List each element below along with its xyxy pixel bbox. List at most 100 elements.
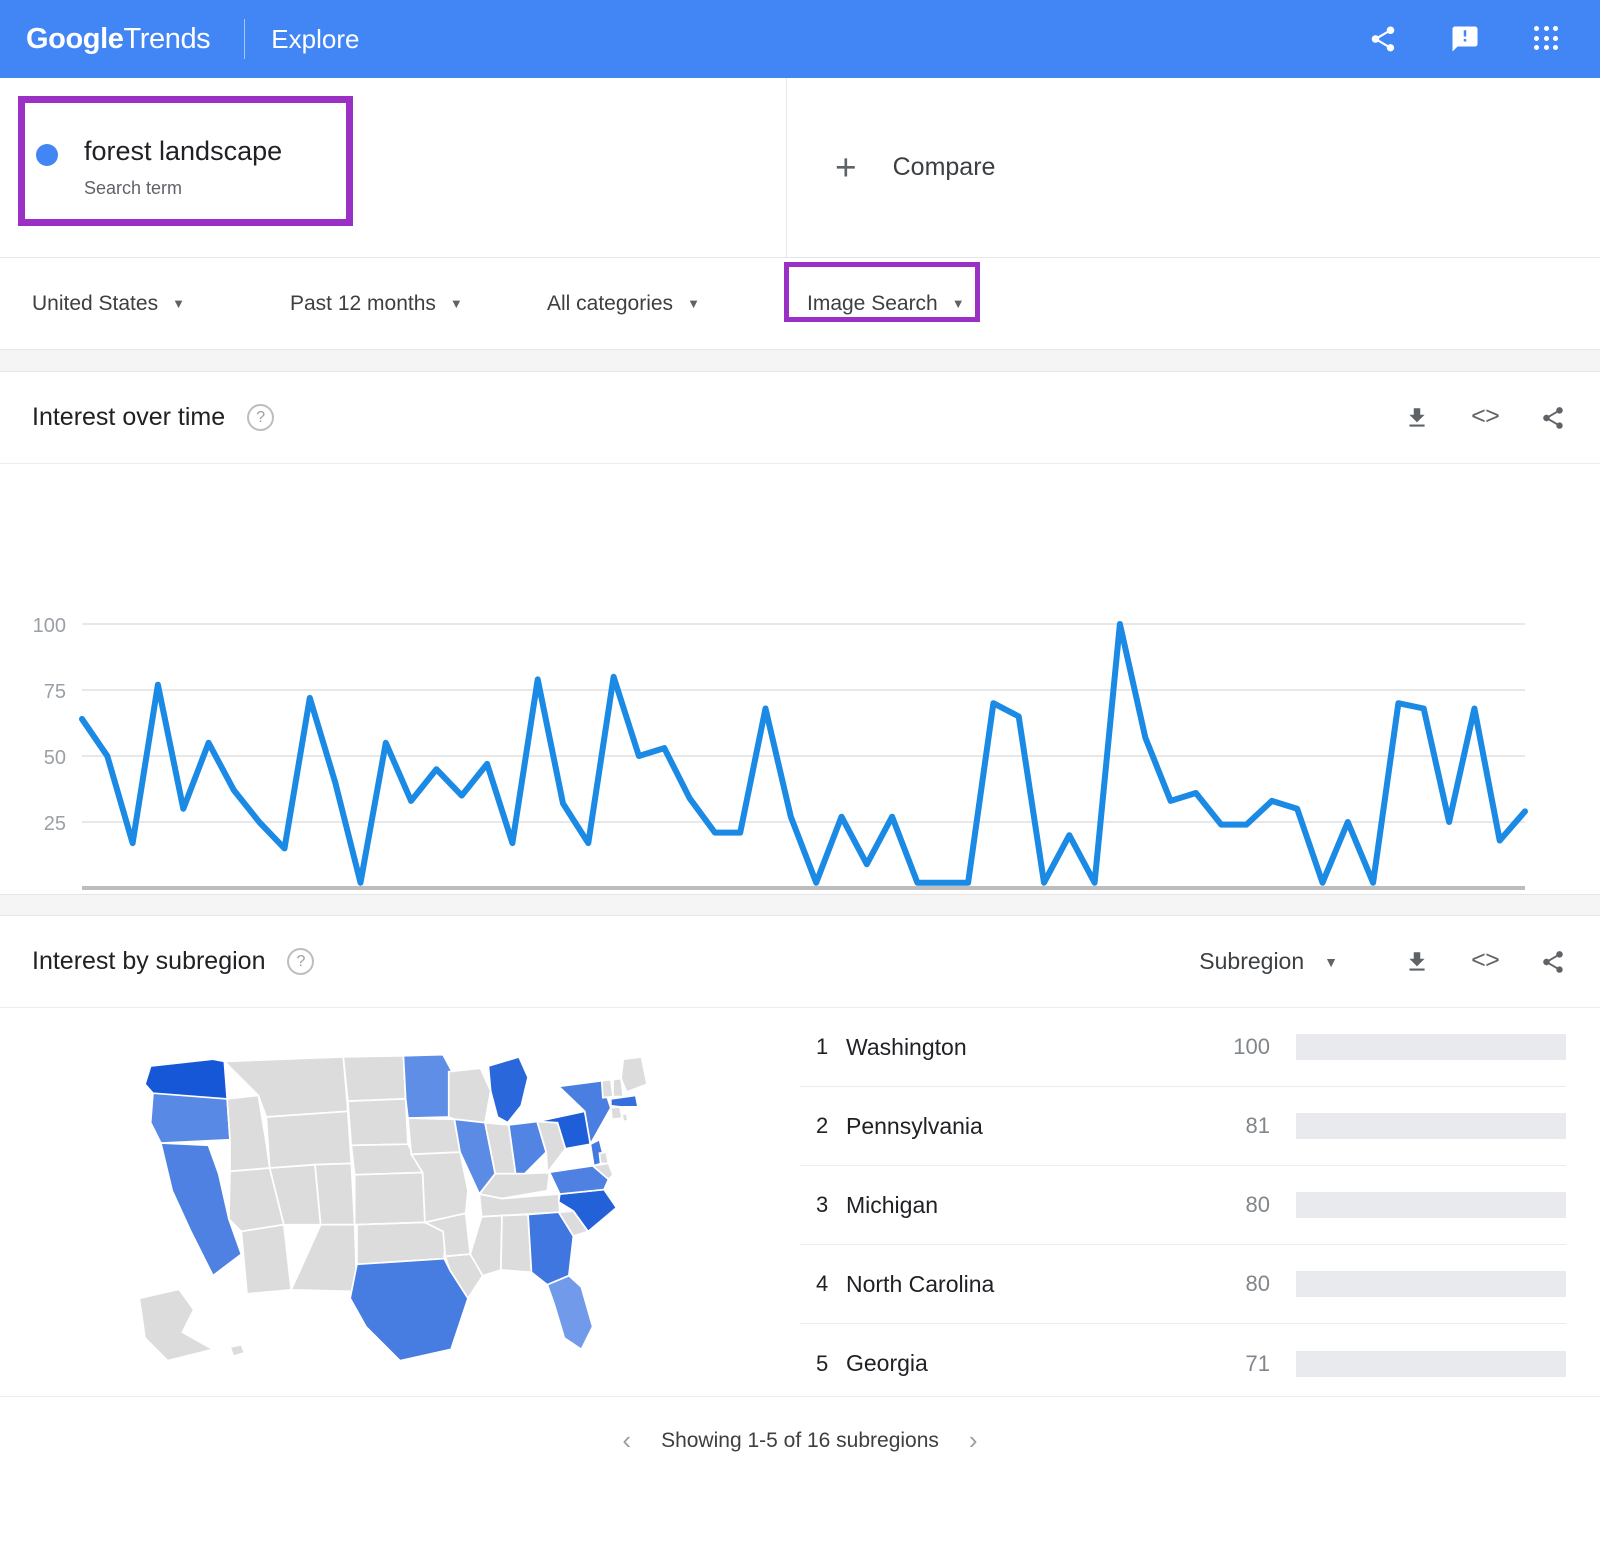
search-term-type: Search term: [84, 178, 282, 199]
subregion-rank: 5: [800, 1351, 846, 1377]
prev-page-icon[interactable]: ‹: [622, 1425, 631, 1456]
google-trends-logo[interactable]: GoogleTrends: [26, 23, 210, 56]
map-state-tx[interactable]: [350, 1259, 468, 1361]
map-state-mi[interactable]: [488, 1057, 528, 1123]
logo-trends-text: Trends: [124, 23, 211, 55]
interest-over-time-title: Interest over time: [32, 403, 225, 432]
interest-over-time-actions: <>: [1402, 403, 1568, 433]
subregion-row[interactable]: 4North Carolina80: [800, 1245, 1566, 1324]
interest-by-subregion-actions: Subregion ▼ <>: [1199, 947, 1568, 977]
next-page-icon[interactable]: ›: [969, 1425, 978, 1456]
search-term-label: forest landscape: [84, 136, 282, 167]
map-state-nd[interactable]: [343, 1056, 405, 1101]
subregion-bar-track: [1296, 1192, 1566, 1218]
subregion-body: 1Washington1002Pennsylvania813Michigan80…: [0, 1008, 1600, 1396]
apps-grid-icon[interactable]: [1530, 22, 1564, 56]
map-state-vt[interactable]: [602, 1080, 613, 1098]
interest-by-subregion-card: Interest by subregion ? Subregion ▼ <> 1…: [0, 916, 1600, 1484]
map-state-hi[interactable]: [230, 1345, 245, 1356]
share-icon[interactable]: [1366, 22, 1400, 56]
svg-text:100: 100: [33, 615, 66, 637]
subregion-name: Pennsylvania: [846, 1113, 1212, 1140]
download-icon[interactable]: [1402, 403, 1432, 433]
share-icon[interactable]: [1538, 403, 1568, 433]
subregion-name: Washington: [846, 1034, 1212, 1061]
us-map-svg: [120, 1032, 680, 1372]
svg-text:75: 75: [44, 681, 66, 703]
subregion-name: Michigan: [846, 1192, 1212, 1219]
chevron-down-icon: ▼: [952, 296, 965, 311]
filter-category[interactable]: All categories ▼: [547, 292, 787, 316]
filter-category-label: All categories: [547, 292, 673, 316]
subregion-list: 1Washington1002Pennsylvania813Michigan80…: [800, 1008, 1600, 1396]
svg-text:25: 25: [44, 813, 66, 835]
map-state-al[interactable]: [501, 1214, 532, 1272]
interest-over-time-card: Interest over time ? <> 255075100Jan 10,…: [0, 372, 1600, 894]
filter-bar: United States ▼ Past 12 months ▼ All cat…: [0, 258, 1600, 350]
compare-label: Compare: [893, 153, 996, 182]
section-separator: [0, 894, 1600, 916]
embed-code-icon[interactable]: <>: [1470, 947, 1500, 977]
map-state-ak[interactable]: [139, 1289, 213, 1360]
logo-google-text: Google: [26, 23, 124, 55]
share-icon[interactable]: [1538, 947, 1568, 977]
plus-icon: +: [835, 149, 857, 186]
chevron-down-icon: ▼: [172, 296, 185, 311]
filter-location[interactable]: United States ▼: [32, 292, 290, 316]
interest-by-subregion-title: Interest by subregion: [32, 947, 265, 976]
us-map[interactable]: [0, 1008, 800, 1396]
map-state-me[interactable]: [621, 1057, 647, 1092]
appbar-actions: [1366, 22, 1574, 56]
help-icon[interactable]: ?: [247, 404, 274, 431]
map-state-ia[interactable]: [408, 1118, 460, 1154]
map-state-ri[interactable]: [622, 1114, 628, 1122]
chevron-down-icon: ▼: [1324, 954, 1338, 970]
subregion-value: 71: [1212, 1351, 1296, 1377]
map-state-fl[interactable]: [547, 1276, 592, 1350]
subregion-rank: 3: [800, 1192, 846, 1218]
feedback-icon[interactable]: [1448, 22, 1482, 56]
subregion-pager: ‹ Showing 1-5 of 16 subregions ›: [0, 1396, 1600, 1484]
interest-over-time-header: Interest over time ? <>: [0, 372, 1600, 464]
subregion-level-label: Subregion: [1199, 948, 1304, 975]
map-state-az[interactable]: [241, 1225, 291, 1294]
subregion-value: 80: [1212, 1192, 1296, 1218]
map-state-ct[interactable]: [611, 1107, 622, 1119]
line-chart-svg: 255075100Jan 10, 2021May 9, 2021Sep 5, 2…: [0, 464, 1600, 894]
subregion-row[interactable]: 1Washington100: [800, 1008, 1566, 1087]
interest-over-time-chart[interactable]: 255075100Jan 10, 2021May 9, 2021Sep 5, 2…: [0, 464, 1600, 894]
compare-button[interactable]: + Compare: [787, 78, 1600, 257]
map-state-de[interactable]: [599, 1152, 608, 1163]
map-state-co[interactable]: [315, 1163, 355, 1224]
subregion-bar-track: [1296, 1271, 1566, 1297]
map-state-wi[interactable]: [449, 1068, 491, 1122]
pager-status-text: Showing 1-5 of 16 subregions: [661, 1429, 939, 1453]
embed-code-icon[interactable]: <>: [1470, 403, 1500, 433]
subregion-rank: 4: [800, 1271, 846, 1297]
map-state-nm[interactable]: [291, 1225, 357, 1292]
subregion-row[interactable]: 3Michigan80: [800, 1166, 1566, 1245]
search-term-cell[interactable]: forest landscape Search term: [0, 78, 787, 257]
subregion-bar-track: [1296, 1351, 1566, 1377]
explore-title: Explore: [271, 24, 359, 55]
series-color-dot: [36, 144, 58, 166]
subregion-bar-track: [1296, 1034, 1566, 1060]
download-icon[interactable]: [1402, 947, 1432, 977]
map-state-ks[interactable]: [355, 1173, 425, 1225]
subregion-level-select[interactable]: Subregion ▼: [1199, 948, 1338, 975]
subregion-rank: 1: [800, 1034, 846, 1060]
subregion-rank: 2: [800, 1113, 846, 1139]
help-icon[interactable]: ?: [287, 948, 314, 975]
subregion-value: 100: [1212, 1034, 1296, 1060]
map-state-wy[interactable]: [266, 1111, 351, 1168]
map-state-sd[interactable]: [348, 1099, 408, 1145]
subregion-row[interactable]: 5Georgia71: [800, 1324, 1566, 1403]
subregion-name: North Carolina: [846, 1271, 1212, 1298]
map-state-or[interactable]: [151, 1093, 230, 1143]
filter-search-type[interactable]: Image Search ▼: [787, 276, 985, 332]
map-state-ok[interactable]: [357, 1222, 445, 1264]
subregion-value: 80: [1212, 1271, 1296, 1297]
map-state-mn[interactable]: [403, 1055, 452, 1118]
subregion-row[interactable]: 2Pennsylvania81: [800, 1087, 1566, 1166]
filter-timerange[interactable]: Past 12 months ▼: [290, 292, 547, 316]
